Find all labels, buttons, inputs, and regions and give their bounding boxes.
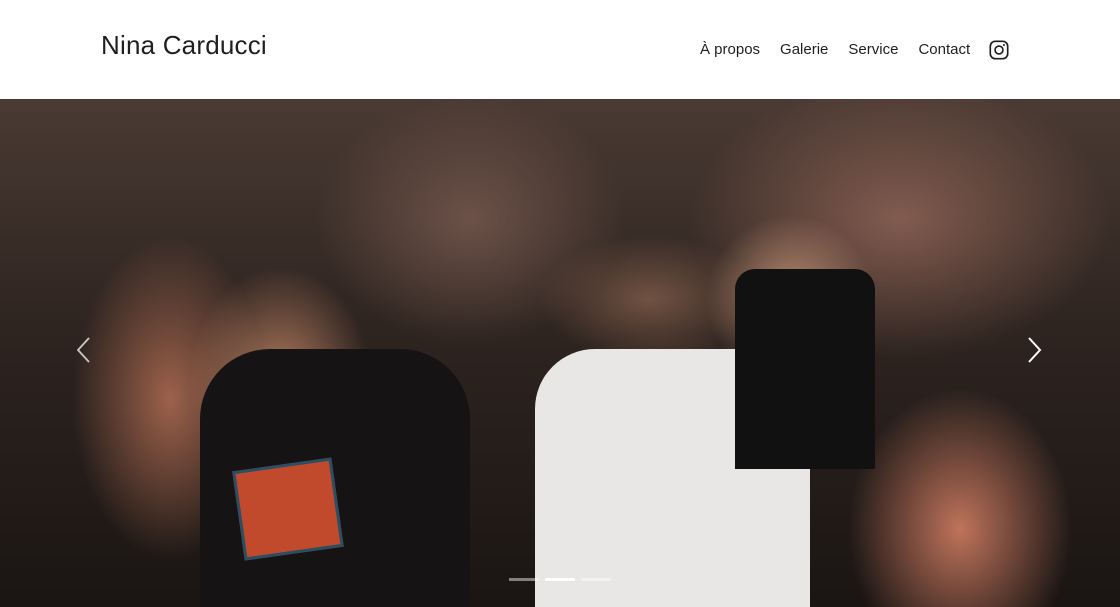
hero-carousel: [0, 99, 1120, 607]
instagram-icon[interactable]: [988, 39, 1010, 61]
nav-link-a-propos[interactable]: À propos: [700, 40, 760, 60]
carousel-indicator-1[interactable]: [509, 578, 539, 581]
photo-shape: [735, 269, 875, 469]
nav-link-galerie[interactable]: Galerie: [780, 40, 828, 60]
carousel-indicators: [509, 578, 611, 581]
main-nav: À propos Galerie Service Contact: [700, 40, 1009, 60]
site-title[interactable]: Nina Carducci: [101, 30, 267, 61]
carousel-indicator-2[interactable]: [545, 578, 575, 581]
carousel-indicator-3[interactable]: [581, 578, 611, 581]
photo-shape: [232, 457, 344, 561]
nav-link-service[interactable]: Service: [848, 40, 898, 60]
chevron-left-icon[interactable]: [72, 335, 96, 365]
site-header: Nina Carducci À propos Galerie Service C…: [0, 0, 1120, 99]
chevron-right-icon[interactable]: [1022, 335, 1046, 365]
nav-link-contact[interactable]: Contact: [918, 40, 970, 60]
